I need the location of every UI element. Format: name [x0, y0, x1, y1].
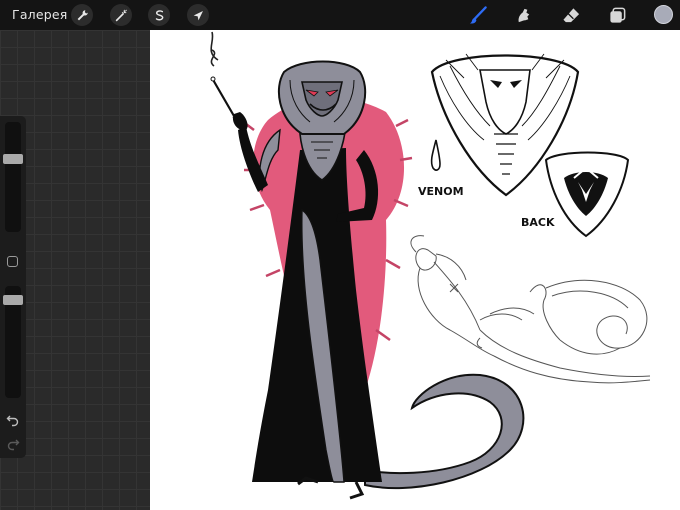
reclining-pose-sketch — [410, 235, 651, 384]
redo-button[interactable] — [6, 436, 20, 451]
brush-tool[interactable] — [467, 5, 489, 25]
color-picker-button[interactable] — [654, 5, 673, 24]
actions-button[interactable] — [71, 4, 93, 26]
modify-button[interactable] — [7, 256, 18, 267]
opacity-thumb[interactable] — [3, 294, 23, 305]
eraser-tool[interactable] — [560, 5, 582, 25]
eraser-icon — [562, 7, 579, 22]
opacity-slider[interactable] — [3, 286, 23, 398]
top-toolbar: Галерея — [0, 0, 680, 30]
workspace-background — [0, 30, 150, 510]
venom-annotation: VENOM — [418, 185, 464, 198]
layers-icon — [609, 7, 625, 23]
selection-button[interactable] — [148, 4, 170, 26]
undo-button[interactable] — [6, 412, 20, 427]
gallery-button[interactable]: Галерея — [12, 7, 68, 22]
undo-icon — [6, 415, 19, 427]
transform-arrow-icon — [193, 10, 203, 20]
brush-icon — [469, 5, 487, 24]
adjustments-button[interactable] — [110, 4, 132, 26]
artwork: VENOM BACK — [210, 31, 651, 500]
smudge-icon — [518, 8, 529, 22]
hood-back-study — [544, 151, 630, 238]
transform-button[interactable] — [187, 4, 209, 26]
venom-drop-sketch — [430, 139, 441, 171]
layers-button[interactable] — [606, 5, 628, 25]
drawing-canvas[interactable]: VENOM BACK — [150, 30, 680, 510]
back-annotation: BACK — [521, 216, 555, 229]
smudge-tool[interactable] — [513, 5, 535, 25]
procreate-app: Галерея VENOM BACK — [0, 0, 680, 510]
brush-size-slider[interactable] — [3, 122, 23, 232]
redo-icon — [7, 439, 20, 451]
wrench-icon — [77, 9, 88, 20]
magic-wand-icon — [115, 9, 127, 21]
sidebar — [0, 116, 26, 458]
brush-size-thumb[interactable] — [3, 153, 23, 164]
selection-icon — [155, 9, 163, 20]
